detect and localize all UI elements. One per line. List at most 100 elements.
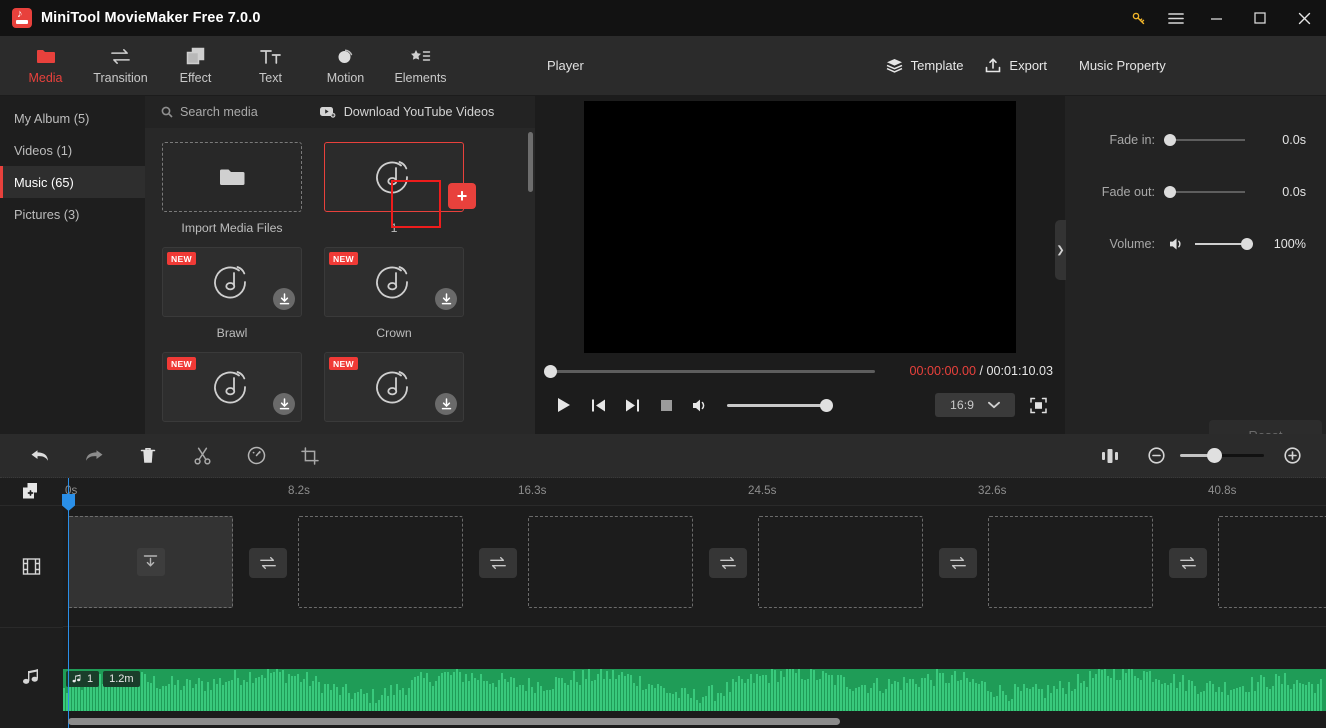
sidebar-item-my-album[interactable]: My Album (5)	[0, 102, 145, 134]
zoom-in-icon[interactable]	[1274, 438, 1310, 474]
media-cell-5[interactable]: NEW	[162, 352, 302, 422]
cell-label: 1	[390, 221, 398, 235]
category-label: Videos (1)	[14, 142, 73, 158]
timeline-ruler[interactable]: 0s 8.2s 16.3s 24.5s 32.6s 40.8s	[63, 478, 1326, 505]
fade-out-knob[interactable]	[1164, 186, 1176, 198]
fade-in-knob[interactable]	[1164, 134, 1176, 146]
video-canvas[interactable]	[584, 101, 1016, 353]
import-media-cell[interactable]: Import Media Files	[162, 142, 302, 235]
download-icon[interactable]	[273, 393, 295, 415]
download-youtube-videos-button[interactable]: Download YouTube Videos	[319, 105, 494, 119]
speaker-icon[interactable]	[1169, 237, 1185, 251]
template-label: Template	[910, 58, 964, 73]
fullscreen-icon[interactable]	[1023, 390, 1053, 420]
video-clip-placeholder[interactable]	[528, 516, 693, 608]
media-grid-scrollbar[interactable]	[528, 132, 533, 192]
search-input[interactable]: Search media	[161, 105, 258, 119]
zoom-knob[interactable]	[1206, 448, 1222, 463]
audio-clip[interactable]: 1 1.2m	[63, 669, 1326, 711]
split-button[interactable]	[184, 438, 220, 474]
speed-button[interactable]	[238, 438, 274, 474]
previous-frame-button[interactable]	[581, 388, 615, 422]
music-note-icon	[22, 668, 41, 687]
add-media-icon[interactable]	[0, 478, 63, 505]
download-icon[interactable]	[435, 393, 457, 415]
tab-effect[interactable]: Effect	[158, 37, 233, 95]
video-clip-placeholder[interactable]	[988, 516, 1153, 608]
transition-button[interactable]	[249, 548, 287, 578]
ruler-tick: 8.2s	[288, 484, 310, 497]
panel-collapse-button[interactable]: ❯	[1055, 220, 1066, 280]
video-clip-placeholder[interactable]	[1218, 516, 1326, 608]
timeline-panel: 0s 8.2s 16.3s 24.5s 32.6s 40.8s 1 1.2m	[0, 434, 1326, 728]
maximize-icon[interactable]	[1238, 0, 1282, 36]
media-thumb[interactable]: NEW	[162, 352, 302, 422]
video-track-header[interactable]	[0, 505, 63, 627]
fade-in-slider[interactable]	[1164, 134, 1245, 146]
volume-slider[interactable]	[1195, 238, 1253, 250]
add-to-timeline-button[interactable]: +	[448, 183, 476, 209]
transition-button[interactable]	[479, 548, 517, 578]
media-cell-crown[interactable]: NEW Crown	[324, 247, 464, 340]
aspect-ratio-select[interactable]: 16:9	[935, 393, 1015, 417]
tab-motion[interactable]: Motion	[308, 37, 383, 95]
video-preview-stage[interactable]	[535, 96, 1065, 358]
volume-slider[interactable]	[727, 398, 833, 412]
timeline-zoom-slider[interactable]	[1180, 448, 1264, 463]
next-frame-button[interactable]	[615, 388, 649, 422]
transition-button[interactable]	[709, 548, 747, 578]
template-button[interactable]: Template	[886, 58, 964, 73]
progress-knob[interactable]	[544, 364, 557, 378]
video-track[interactable]	[63, 505, 1326, 627]
key-icon[interactable]	[1120, 0, 1157, 36]
media-thumb[interactable]: NEW	[324, 352, 464, 422]
fade-out-slider[interactable]	[1164, 186, 1245, 198]
media-grid-scroll[interactable]: Import Media Files + 1 NEW Brawl NEW Cro…	[145, 128, 535, 434]
playhead[interactable]	[62, 478, 75, 728]
music-note-circle-icon	[211, 366, 253, 408]
transition-button[interactable]	[1169, 548, 1207, 578]
undo-button[interactable]	[22, 438, 58, 474]
tab-elements[interactable]: Elements	[383, 37, 458, 95]
menu-icon[interactable]	[1157, 0, 1194, 36]
media-cell-brawl[interactable]: NEW Brawl	[162, 247, 302, 340]
tab-motion-label: Motion	[326, 70, 365, 85]
media-cell-1[interactable]: + 1	[324, 142, 476, 235]
play-button[interactable]	[547, 388, 581, 422]
tab-text[interactable]: Text	[233, 37, 308, 95]
video-clip-placeholder[interactable]	[758, 516, 923, 608]
audio-track-header[interactable]	[0, 627, 63, 727]
minimize-icon[interactable]	[1194, 0, 1238, 36]
sidebar-item-music[interactable]: Music (65)	[0, 166, 145, 198]
crop-button[interactable]	[292, 438, 328, 474]
media-cell-6[interactable]: NEW	[324, 352, 464, 422]
playback-progress-slider[interactable]	[544, 364, 875, 378]
timeline-horizontal-scrollbar[interactable]	[68, 718, 840, 725]
sidebar-item-pictures[interactable]: Pictures (3)	[0, 198, 145, 230]
total-time: 00:01:10.03	[986, 364, 1053, 378]
youtube-download-icon	[319, 106, 336, 118]
video-clip-placeholder[interactable]	[298, 516, 463, 608]
tab-transition[interactable]: Transition	[83, 37, 158, 95]
media-thumb[interactable]: +	[324, 142, 476, 212]
transition-button[interactable]	[939, 548, 977, 578]
download-icon[interactable]	[435, 288, 457, 310]
download-icon[interactable]	[273, 288, 295, 310]
stop-button[interactable]	[649, 388, 683, 422]
media-thumb[interactable]: NEW	[324, 247, 464, 317]
volume-button[interactable]	[683, 388, 717, 422]
fit-timeline-icon[interactable]	[1092, 438, 1128, 474]
close-icon[interactable]	[1282, 0, 1326, 36]
tab-media[interactable]: Media	[8, 37, 83, 95]
import-media-thumb[interactable]	[162, 142, 302, 212]
export-button[interactable]: Export	[985, 58, 1047, 73]
delete-button[interactable]	[130, 438, 166, 474]
sidebar-item-videos[interactable]: Videos (1)	[0, 134, 145, 166]
media-thumb[interactable]: NEW	[162, 247, 302, 317]
audio-track[interactable]: 1 1.2m	[63, 627, 1326, 727]
video-clip-placeholder[interactable]	[68, 516, 233, 608]
zoom-out-icon[interactable]	[1138, 438, 1174, 474]
volume-knob[interactable]	[820, 398, 833, 412]
redo-button[interactable]	[76, 438, 112, 474]
volume-knob[interactable]	[1241, 238, 1253, 250]
